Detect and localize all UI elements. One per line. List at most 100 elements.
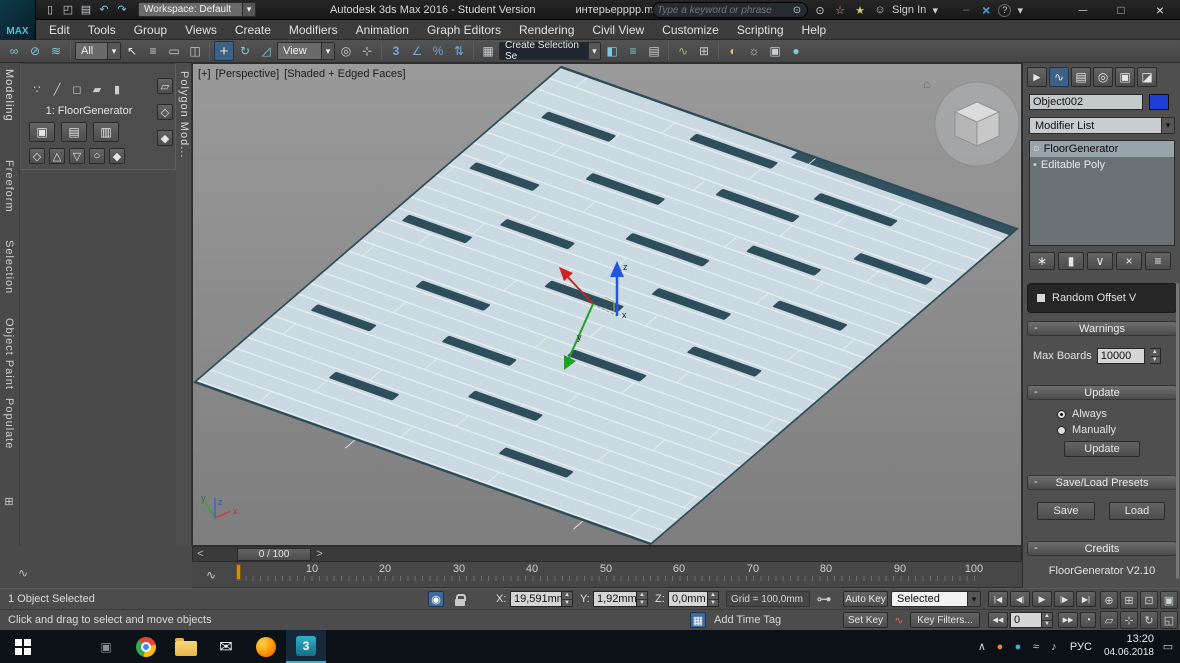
modify-tool-button-5[interactable]: △ (49, 148, 65, 164)
floor-object[interactable] (193, 67, 1017, 546)
tab-hierarchy-icon[interactable]: ▤ (1071, 67, 1091, 87)
workspace-selector[interactable]: Workspace: Default ▾ (138, 2, 256, 17)
track-bar[interactable]: 10 20 30 40 50 60 70 80 90 100 (192, 562, 1022, 588)
z-coord-field[interactable]: 0,0mm (668, 591, 708, 607)
layer-manager-icon[interactable]: ▤ (644, 41, 664, 61)
select-and-move-icon[interactable]: + (214, 41, 234, 61)
action-center-icon[interactable]: ▭ (1160, 639, 1176, 655)
taskbar-app-dark[interactable]: ▣ (86, 630, 126, 663)
schematic-view-icon[interactable]: ⊞ (694, 41, 714, 61)
time-position-marker[interactable] (236, 564, 241, 580)
z-coord-spinner[interactable]: ▲▼ (708, 591, 719, 607)
tray-network-icon[interactable]: ≈ (1028, 639, 1044, 655)
unlink-selection-icon[interactable]: ⊘ (25, 41, 45, 61)
random-offset-checkbox[interactable] (1036, 293, 1046, 303)
taskbar-mail[interactable]: ✉ (206, 630, 246, 663)
object-name-field[interactable]: Object002 (1029, 94, 1143, 110)
remove-modifier-button[interactable]: × (1116, 252, 1142, 270)
modify-tool-button-1[interactable]: ▣ (29, 122, 55, 142)
next-frame-button[interactable]: |▶ (1054, 591, 1074, 607)
select-object-icon[interactable]: ↖ (122, 41, 142, 61)
make-unique-button[interactable]: ∨ (1087, 252, 1113, 270)
menu-views[interactable]: Views (176, 23, 226, 37)
undo-icon[interactable]: ↶ (96, 2, 112, 18)
ribbon-tab-modeling[interactable]: Modeling (3, 69, 15, 122)
manually-radio[interactable] (1057, 426, 1066, 435)
orbit-icon[interactable]: ↻ (1140, 611, 1158, 629)
rollout-header-presets[interactable]: - Save/Load Presets (1027, 475, 1177, 490)
menu-graph-editors[interactable]: Graph Editors (418, 23, 510, 37)
select-and-scale-icon[interactable]: ◿ (256, 41, 276, 61)
render-production-icon[interactable]: ● (786, 41, 806, 61)
always-radio[interactable] (1057, 410, 1066, 419)
select-and-manipulate-icon[interactable]: ⊹ (357, 41, 377, 61)
ribbon-tab-object-paint[interactable]: Object Paint (3, 318, 15, 390)
rectangular-region-icon[interactable]: ▭ (164, 41, 184, 61)
align-icon[interactable]: ≡ (623, 41, 643, 61)
element-subobject-icon[interactable]: ▮ (109, 81, 125, 97)
new-file-icon[interactable]: ▯ (42, 2, 58, 18)
go-to-end-button[interactable]: ▶| (1076, 591, 1096, 607)
material-editor-icon[interactable]: ◐ (723, 41, 743, 61)
window-crossing-icon[interactable]: ◫ (185, 41, 205, 61)
set-key-button[interactable]: Set Key (843, 612, 888, 628)
mini-curve-editor-button[interactable]: ∿ (202, 566, 220, 584)
sign-in-chevron-icon[interactable]: ▾ (930, 2, 940, 18)
object-color-swatch[interactable] (1149, 94, 1169, 110)
maximize-viewport-toggle-icon[interactable]: ◱ (1160, 611, 1178, 629)
start-button[interactable] (0, 630, 46, 663)
load-preset-button[interactable]: Load (1109, 502, 1165, 520)
panel-option-button-2[interactable]: ◇ (157, 104, 173, 120)
menu-help[interactable]: Help (793, 23, 836, 37)
spinner-snap-icon[interactable]: ⇅ (449, 41, 469, 61)
tab-utilities-icon[interactable]: ◪ (1137, 67, 1157, 87)
modifier-stack-item-editable-poly[interactable]: ▪ Editable Poly (1030, 157, 1174, 173)
menu-animation[interactable]: Animation (347, 23, 418, 37)
modify-tool-button-8[interactable]: ◆ (109, 148, 125, 164)
favorites-star-icon[interactable]: ☆ (832, 2, 848, 18)
max-boards-spinner[interactable]: ▲▼ (1150, 348, 1161, 364)
help-icon[interactable]: ? (998, 4, 1011, 17)
time-configuration-button[interactable]: ◔ (1080, 612, 1096, 628)
time-slider-next-icon[interactable]: > (313, 547, 326, 561)
search-icon[interactable]: ⊙ (791, 4, 803, 16)
border-subobject-icon[interactable]: ◻ (69, 81, 85, 97)
zoom-extents-all-icon[interactable]: ▣ (1160, 591, 1178, 609)
percent-snap-icon[interactable]: % (428, 41, 448, 61)
use-center-icon[interactable]: ◎ (336, 41, 356, 61)
select-and-link-icon[interactable]: ∞ (4, 41, 24, 61)
keyboard-shortcut-override-button[interactable]: ▦ (690, 612, 706, 628)
help-chevron-icon[interactable]: ▾ (1015, 2, 1025, 18)
tray-volume-icon[interactable]: ♪ (1046, 639, 1062, 655)
close-button[interactable]: × (1140, 0, 1180, 20)
clock[interactable]: 13:20 04.06.2018 (1100, 633, 1158, 659)
rollout-header-credits[interactable]: - Credits (1027, 541, 1177, 556)
selection-lock-button[interactable] (452, 592, 468, 608)
tray-app-teal-icon[interactable]: ● (1010, 639, 1026, 655)
named-selection-set-dropdown[interactable]: Create Selection Se ▾ (499, 42, 601, 60)
vertex-subobject-icon[interactable]: ∵ (29, 81, 45, 97)
max-logo[interactable]: MAX (0, 0, 36, 40)
tab-create-icon[interactable]: ► (1027, 67, 1047, 87)
play-button[interactable]: ▶ (1032, 591, 1052, 607)
current-frame-spinner[interactable]: ▲▼ (1042, 612, 1053, 628)
y-coord-spinner[interactable]: ▲▼ (637, 591, 648, 607)
viewport-menu-shading[interactable]: [Shaded + Edged Faces] (284, 68, 405, 80)
auto-key-button[interactable]: Auto Key (843, 591, 888, 607)
ribbon-tab-selection[interactable]: Selection (3, 240, 15, 294)
tab-motion-icon[interactable]: ◎ (1093, 67, 1113, 87)
communication-center-icon[interactable]: × (978, 2, 994, 18)
viewport[interactable]: x z y x y z ⌂ [+] [P (192, 63, 1022, 546)
x-coord-spinner[interactable]: ▲▼ (562, 591, 573, 607)
isolate-selection-button[interactable]: ◉ (428, 591, 444, 607)
curve-editor-icon[interactable]: ∿ (673, 41, 693, 61)
zoom-all-icon[interactable]: ⊞ (1120, 591, 1138, 609)
key-filters-button[interactable]: Key Filters... (910, 612, 980, 628)
taskbar-chrome[interactable] (126, 630, 166, 663)
tab-display-icon[interactable]: ▣ (1115, 67, 1135, 87)
menu-modifiers[interactable]: Modifiers (280, 23, 347, 37)
rollout-header-update[interactable]: - Update (1027, 385, 1177, 400)
ribbon-dock-icon[interactable]: ⊞ (1, 493, 17, 509)
save-file-icon[interactable]: ▤ (78, 2, 94, 18)
tab-modify-icon[interactable]: ∿ (1049, 67, 1069, 87)
